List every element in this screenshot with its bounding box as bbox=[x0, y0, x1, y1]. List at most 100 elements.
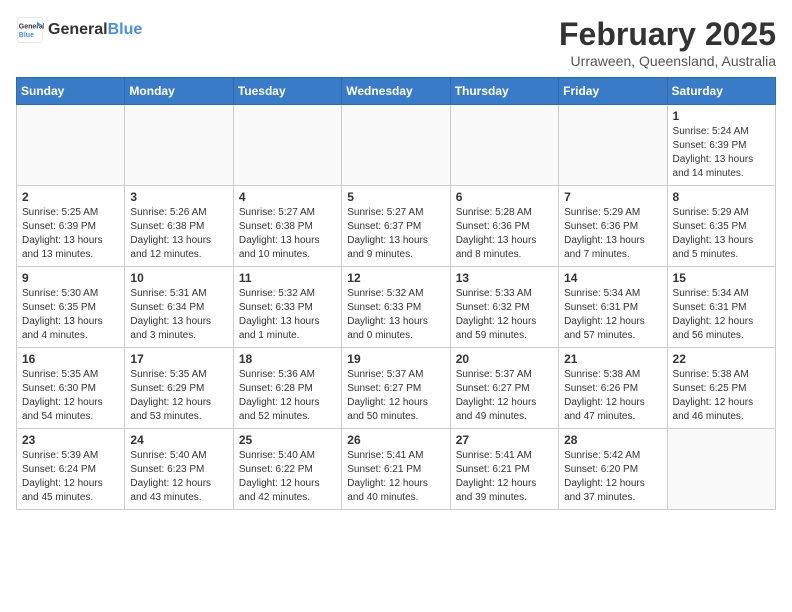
day-number: 14 bbox=[564, 271, 661, 285]
day-info: Sunrise: 5:34 AM Sunset: 6:31 PM Dayligh… bbox=[564, 287, 661, 343]
calendar-cell: 14 Sunrise: 5:34 AM Sunset: 6:31 PM Dayli… bbox=[559, 267, 667, 348]
calendar-cell: 4 Sunrise: 5:27 AM Sunset: 6:38 PM Daylig… bbox=[233, 186, 341, 267]
day-info: Sunrise: 5:24 AM Sunset: 6:39 PM Dayligh… bbox=[673, 125, 770, 181]
day-info: Sunrise: 5:26 AM Sunset: 6:38 PM Dayligh… bbox=[130, 206, 227, 262]
calendar-cell bbox=[667, 429, 775, 510]
day-info: Sunrise: 5:41 AM Sunset: 6:21 PM Dayligh… bbox=[456, 449, 553, 505]
day-number: 4 bbox=[239, 190, 336, 204]
calendar-cell: 13 Sunrise: 5:33 AM Sunset: 6:32 PM Dayli… bbox=[450, 267, 558, 348]
calendar-cell: 26 Sunrise: 5:41 AM Sunset: 6:21 PM Dayli… bbox=[342, 429, 450, 510]
calendar-cell: 25 Sunrise: 5:40 AM Sunset: 6:22 PM Dayli… bbox=[233, 429, 341, 510]
calendar-cell bbox=[17, 105, 125, 186]
calendar-cell: 23 Sunrise: 5:39 AM Sunset: 6:24 PM Dayli… bbox=[17, 429, 125, 510]
logo-blue: Blue bbox=[108, 21, 143, 39]
day-number: 27 bbox=[456, 433, 553, 447]
calendar-cell: 28 Sunrise: 5:42 AM Sunset: 6:20 PM Dayli… bbox=[559, 429, 667, 510]
calendar-cell: 19 Sunrise: 5:37 AM Sunset: 6:27 PM Dayli… bbox=[342, 348, 450, 429]
calendar-cell: 18 Sunrise: 5:36 AM Sunset: 6:28 PM Dayli… bbox=[233, 348, 341, 429]
calendar-cell bbox=[450, 105, 558, 186]
day-info: Sunrise: 5:38 AM Sunset: 6:25 PM Dayligh… bbox=[673, 368, 770, 424]
day-number: 17 bbox=[130, 352, 227, 366]
day-number: 10 bbox=[130, 271, 227, 285]
day-info: Sunrise: 5:33 AM Sunset: 6:32 PM Dayligh… bbox=[456, 287, 553, 343]
day-number: 15 bbox=[673, 271, 770, 285]
column-header-thursday: Thursday bbox=[450, 78, 558, 105]
day-number: 26 bbox=[347, 433, 444, 447]
column-header-monday: Monday bbox=[125, 78, 233, 105]
calendar-cell bbox=[233, 105, 341, 186]
day-number: 16 bbox=[22, 352, 119, 366]
day-number: 9 bbox=[22, 271, 119, 285]
day-number: 18 bbox=[239, 352, 336, 366]
day-number: 25 bbox=[239, 433, 336, 447]
day-info: Sunrise: 5:35 AM Sunset: 6:30 PM Dayligh… bbox=[22, 368, 119, 424]
day-info: Sunrise: 5:35 AM Sunset: 6:29 PM Dayligh… bbox=[130, 368, 227, 424]
column-header-wednesday: Wednesday bbox=[342, 78, 450, 105]
day-number: 1 bbox=[673, 109, 770, 123]
day-info: Sunrise: 5:42 AM Sunset: 6:20 PM Dayligh… bbox=[564, 449, 661, 505]
day-info: Sunrise: 5:38 AM Sunset: 6:26 PM Dayligh… bbox=[564, 368, 661, 424]
day-info: Sunrise: 5:31 AM Sunset: 6:34 PM Dayligh… bbox=[130, 287, 227, 343]
day-number: 5 bbox=[347, 190, 444, 204]
day-info: Sunrise: 5:41 AM Sunset: 6:21 PM Dayligh… bbox=[347, 449, 444, 505]
day-info: Sunrise: 5:30 AM Sunset: 6:35 PM Dayligh… bbox=[22, 287, 119, 343]
day-number: 7 bbox=[564, 190, 661, 204]
calendar-cell: 3 Sunrise: 5:26 AM Sunset: 6:38 PM Daylig… bbox=[125, 186, 233, 267]
calendar-cell: 22Sunrise: 5:38 AM Sunset: 6:25 PM Dayli… bbox=[667, 348, 775, 429]
day-number: 6 bbox=[456, 190, 553, 204]
calendar-cell: 11 Sunrise: 5:32 AM Sunset: 6:33 PM Dayli… bbox=[233, 267, 341, 348]
day-number: 23 bbox=[22, 433, 119, 447]
day-number: 8 bbox=[673, 190, 770, 204]
day-number: 28 bbox=[564, 433, 661, 447]
location: Urraween, Queensland, Australia bbox=[559, 53, 776, 69]
day-number: 3 bbox=[130, 190, 227, 204]
day-number: 12 bbox=[347, 271, 444, 285]
calendar-week-row: 1 Sunrise: 5:24 AM Sunset: 6:39 PM Daylig… bbox=[17, 105, 776, 186]
logo: General Blue GeneralBlue bbox=[16, 16, 142, 44]
title-block: February 2025 Urraween, Queensland, Aust… bbox=[559, 16, 776, 69]
calendar-cell: 10 Sunrise: 5:31 AM Sunset: 6:34 PM Dayli… bbox=[125, 267, 233, 348]
month-year: February 2025 bbox=[559, 16, 776, 53]
calendar-cell: 6 Sunrise: 5:28 AM Sunset: 6:36 PM Daylig… bbox=[450, 186, 558, 267]
calendar-cell: 2Sunrise: 5:25 AM Sunset: 6:39 PM Daylig… bbox=[17, 186, 125, 267]
calendar-cell bbox=[342, 105, 450, 186]
day-info: Sunrise: 5:29 AM Sunset: 6:36 PM Dayligh… bbox=[564, 206, 661, 262]
calendar-cell: 15Sunrise: 5:34 AM Sunset: 6:31 PM Dayli… bbox=[667, 267, 775, 348]
calendar-table: SundayMondayTuesdayWednesdayThursdayFrid… bbox=[16, 77, 776, 510]
day-info: Sunrise: 5:36 AM Sunset: 6:28 PM Dayligh… bbox=[239, 368, 336, 424]
day-info: Sunrise: 5:37 AM Sunset: 6:27 PM Dayligh… bbox=[347, 368, 444, 424]
logo-general: General bbox=[48, 21, 108, 39]
day-info: Sunrise: 5:28 AM Sunset: 6:36 PM Dayligh… bbox=[456, 206, 553, 262]
day-number: 21 bbox=[564, 352, 661, 366]
day-number: 13 bbox=[456, 271, 553, 285]
calendar-cell: 21 Sunrise: 5:38 AM Sunset: 6:26 PM Dayli… bbox=[559, 348, 667, 429]
day-number: 19 bbox=[347, 352, 444, 366]
day-number: 20 bbox=[456, 352, 553, 366]
calendar-cell: 20 Sunrise: 5:37 AM Sunset: 6:27 PM Dayli… bbox=[450, 348, 558, 429]
day-info: Sunrise: 5:27 AM Sunset: 6:38 PM Dayligh… bbox=[239, 206, 336, 262]
calendar-week-row: 9 Sunrise: 5:30 AM Sunset: 6:35 PM Daylig… bbox=[17, 267, 776, 348]
calendar-cell: 5 Sunrise: 5:27 AM Sunset: 6:37 PM Daylig… bbox=[342, 186, 450, 267]
calendar-cell bbox=[125, 105, 233, 186]
day-info: Sunrise: 5:27 AM Sunset: 6:37 PM Dayligh… bbox=[347, 206, 444, 262]
calendar-cell: 8Sunrise: 5:29 AM Sunset: 6:35 PM Daylig… bbox=[667, 186, 775, 267]
calendar-cell: 7 Sunrise: 5:29 AM Sunset: 6:36 PM Daylig… bbox=[559, 186, 667, 267]
page-header: General Blue GeneralBlue February 2025 U… bbox=[16, 16, 776, 69]
day-info: Sunrise: 5:40 AM Sunset: 6:22 PM Dayligh… bbox=[239, 449, 336, 505]
day-number: 11 bbox=[239, 271, 336, 285]
calendar-cell: 16 Sunrise: 5:35 AM Sunset: 6:30 PM Dayli… bbox=[17, 348, 125, 429]
day-number: 2 bbox=[22, 190, 119, 204]
column-header-sunday: Sunday bbox=[17, 78, 125, 105]
logo-icon: General Blue bbox=[16, 16, 44, 44]
column-header-saturday: Saturday bbox=[667, 78, 775, 105]
calendar-cell bbox=[559, 105, 667, 186]
day-info: Sunrise: 5:39 AM Sunset: 6:24 PM Dayligh… bbox=[22, 449, 119, 505]
calendar-week-row: 2Sunrise: 5:25 AM Sunset: 6:39 PM Daylig… bbox=[17, 186, 776, 267]
day-info: Sunrise: 5:32 AM Sunset: 6:33 PM Dayligh… bbox=[239, 287, 336, 343]
day-number: 24 bbox=[130, 433, 227, 447]
day-info: Sunrise: 5:37 AM Sunset: 6:27 PM Dayligh… bbox=[456, 368, 553, 424]
calendar-cell: 12Sunrise: 5:32 AM Sunset: 6:33 PM Dayli… bbox=[342, 267, 450, 348]
calendar-week-row: 23 Sunrise: 5:39 AM Sunset: 6:24 PM Dayli… bbox=[17, 429, 776, 510]
calendar-header-row: SundayMondayTuesdayWednesdayThursdayFrid… bbox=[17, 78, 776, 105]
column-header-tuesday: Tuesday bbox=[233, 78, 341, 105]
